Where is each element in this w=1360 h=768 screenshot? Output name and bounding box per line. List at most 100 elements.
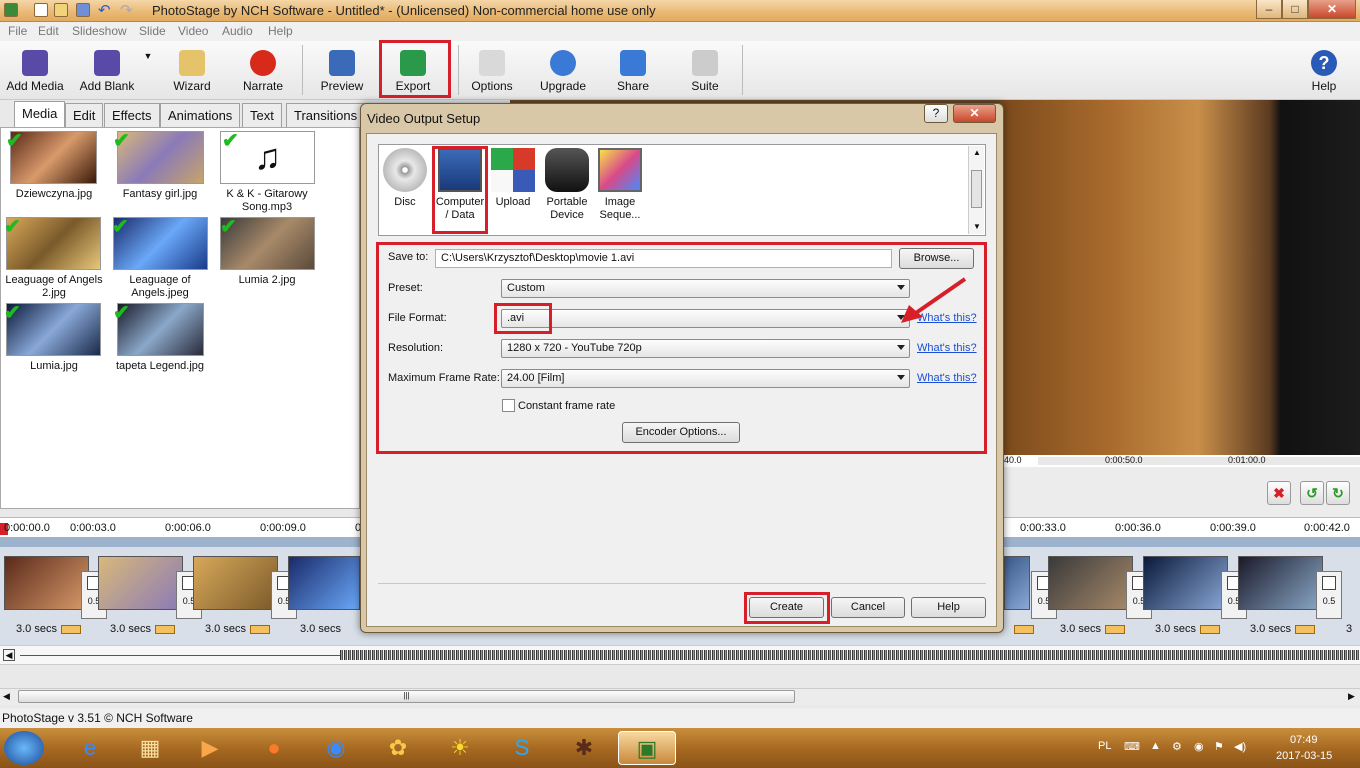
menu-slide[interactable]: Slide <box>139 24 166 38</box>
media-thumb-dziewczyna[interactable] <box>10 131 97 184</box>
dialog-close-button[interactable]: ✕ <box>953 104 996 123</box>
minimize-button[interactable]: – <box>1256 0 1282 19</box>
resolution-select[interactable]: 1280 x 720 - YouTube 720p <box>501 339 910 358</box>
timeline-clip[interactable] <box>193 556 278 610</box>
skype-icon[interactable]: S <box>502 731 542 765</box>
preview-button[interactable]: Preview <box>316 41 368 98</box>
preview-ruler[interactable]: 40.0 0:00:50.0 0:01:00.0 <box>1000 455 1360 467</box>
speaker-icon[interactable]: ◀ <box>3 649 15 661</box>
options-button[interactable]: Options <box>466 41 518 98</box>
open-file-icon[interactable] <box>54 3 68 17</box>
tray-app-icon[interactable]: ◉ <box>1194 740 1204 753</box>
tab-edit[interactable]: Edit <box>65 103 104 127</box>
menu-audio[interactable]: Audio <box>222 24 253 38</box>
clock-time[interactable]: 07:49 <box>1290 734 1318 746</box>
browse-button[interactable]: Browse... <box>899 248 974 269</box>
resolution-whats-this-link[interactable]: What's this? <box>917 342 977 354</box>
language-indicator[interactable]: PL <box>1098 740 1111 752</box>
framerate-whats-this-link[interactable]: What's this? <box>917 372 977 384</box>
flag-icon[interactable]: ⚑ <box>1214 740 1224 753</box>
clip-duration[interactable]: 3.0 secs <box>1250 623 1315 635</box>
frame-rate-select[interactable]: 24.00 [Film] <box>501 369 910 388</box>
timeline-clip[interactable] <box>1143 556 1228 610</box>
wizard-button[interactable]: Wizard <box>168 41 216 98</box>
rotate-left-icon[interactable]: ↺ <box>1300 481 1324 505</box>
menu-file[interactable]: File <box>8 24 27 38</box>
timeline-clip[interactable] <box>288 556 360 610</box>
scroll-thumb[interactable] <box>971 170 982 208</box>
file-format-select[interactable]: .avi <box>501 309 910 328</box>
dialog-help-button[interactable]: ? <box>924 104 948 123</box>
clip-duration[interactable]: 3.0 secs <box>1155 623 1220 635</box>
keyboard-icon[interactable]: ⌨ <box>1124 740 1140 753</box>
tab-animations[interactable]: Animations <box>160 103 241 127</box>
menu-slideshow[interactable]: Slideshow <box>72 24 127 38</box>
clip-duration[interactable]: 3.0 secs <box>1060 623 1125 635</box>
clip-duration[interactable]: 3.0 secs <box>300 623 341 635</box>
scroll-left-icon[interactable]: ◀ <box>3 691 10 702</box>
timeline-clip[interactable] <box>1004 556 1030 610</box>
globe-app-icon[interactable]: ◉ <box>316 731 356 765</box>
rotate-right-icon[interactable]: ↻ <box>1326 481 1350 505</box>
redo-icon[interactable]: ↷ <box>120 1 133 19</box>
ie-icon[interactable]: e <box>70 731 110 765</box>
suite-button[interactable]: Suite <box>682 41 728 98</box>
photostage-taskbar-icon[interactable]: ▣ <box>618 731 676 765</box>
scroll-right-icon[interactable]: ▶ <box>1348 691 1355 702</box>
media-thumb-fantasy-girl[interactable] <box>117 131 204 184</box>
tab-transitions[interactable]: Transitions <box>286 103 366 127</box>
scroll-up-icon[interactable]: ▲ <box>973 148 981 157</box>
tray-expand-icon[interactable]: ▲ <box>1150 740 1161 752</box>
timeline-clip[interactable] <box>1048 556 1133 610</box>
delete-icon[interactable]: ✖ <box>1267 481 1291 505</box>
output-image-sequence[interactable]: Image Seque... <box>596 146 644 222</box>
sun-app-icon[interactable]: ☀ <box>440 731 480 765</box>
tab-text[interactable]: Text <box>242 103 282 127</box>
menu-help[interactable]: Help <box>268 24 293 38</box>
tab-media[interactable]: Media <box>14 101 66 128</box>
add-blank-button[interactable]: Add Blank <box>78 41 136 98</box>
undo-icon[interactable]: ↶ <box>98 1 111 19</box>
timeline-clip[interactable] <box>1238 556 1323 610</box>
start-button-icon[interactable] <box>4 731 44 765</box>
clock-date[interactable]: 2017-03-15 <box>1276 750 1332 762</box>
media-player-icon[interactable]: ▶ <box>190 731 230 765</box>
scrollbar-thumb[interactable]: ||| <box>18 690 795 703</box>
maximize-button[interactable]: □ <box>1282 0 1308 19</box>
timeline-clip[interactable] <box>4 556 89 610</box>
clip-duration[interactable]: 3.0 secs <box>110 623 175 635</box>
new-file-icon[interactable] <box>34 3 48 17</box>
transition-slot[interactable]: 0.5 <box>1316 571 1342 619</box>
share-button[interactable]: Share <box>610 41 656 98</box>
save-icon[interactable] <box>76 3 90 17</box>
clip-duration-tail[interactable] <box>1010 623 1034 635</box>
cancel-button[interactable]: Cancel <box>831 597 905 618</box>
output-upload[interactable]: Upload <box>489 146 537 209</box>
output-scrollbar[interactable]: ▲ ▼ <box>968 146 984 234</box>
clip-duration[interactable]: 3.0 secs <box>205 623 270 635</box>
constant-frame-rate-checkbox[interactable] <box>502 399 515 412</box>
menu-video[interactable]: Video <box>178 24 208 38</box>
scroll-down-icon[interactable]: ▼ <box>973 222 981 231</box>
help-button[interactable]: ? Help <box>1302 41 1346 98</box>
preset-select[interactable]: Custom <box>501 279 910 298</box>
encoder-options-button[interactable]: Encoder Options... <box>622 422 740 443</box>
dialog-help-footer-button[interactable]: Help <box>911 597 986 618</box>
media-thumb-tapeta-legend[interactable] <box>117 303 204 356</box>
close-button[interactable]: ✕ <box>1308 0 1356 19</box>
timeline-clip[interactable] <box>98 556 183 610</box>
clip-duration[interactable]: 3.0 secs <box>16 623 81 635</box>
volume-icon[interactable]: ◀) <box>1234 740 1246 753</box>
network-icon[interactable]: ⚙ <box>1172 740 1182 753</box>
output-portable-device[interactable]: Portable Device <box>543 146 591 222</box>
firefox-icon[interactable]: ● <box>254 731 294 765</box>
save-to-field[interactable]: C:\Users\Krzysztof\Desktop\movie 1.avi <box>435 249 892 268</box>
folder-icon[interactable]: ▦ <box>130 731 170 765</box>
narrate-button[interactable]: Narrate <box>238 41 288 98</box>
add-media-button[interactable]: Add Media <box>4 41 66 98</box>
menu-edit[interactable]: Edit <box>38 24 59 38</box>
bug-app-icon[interactable]: ✱ <box>564 731 604 765</box>
paint-icon[interactable]: ✿ <box>378 731 418 765</box>
add-blank-dropdown[interactable]: ▼ <box>142 51 154 108</box>
tab-effects[interactable]: Effects <box>104 103 160 127</box>
